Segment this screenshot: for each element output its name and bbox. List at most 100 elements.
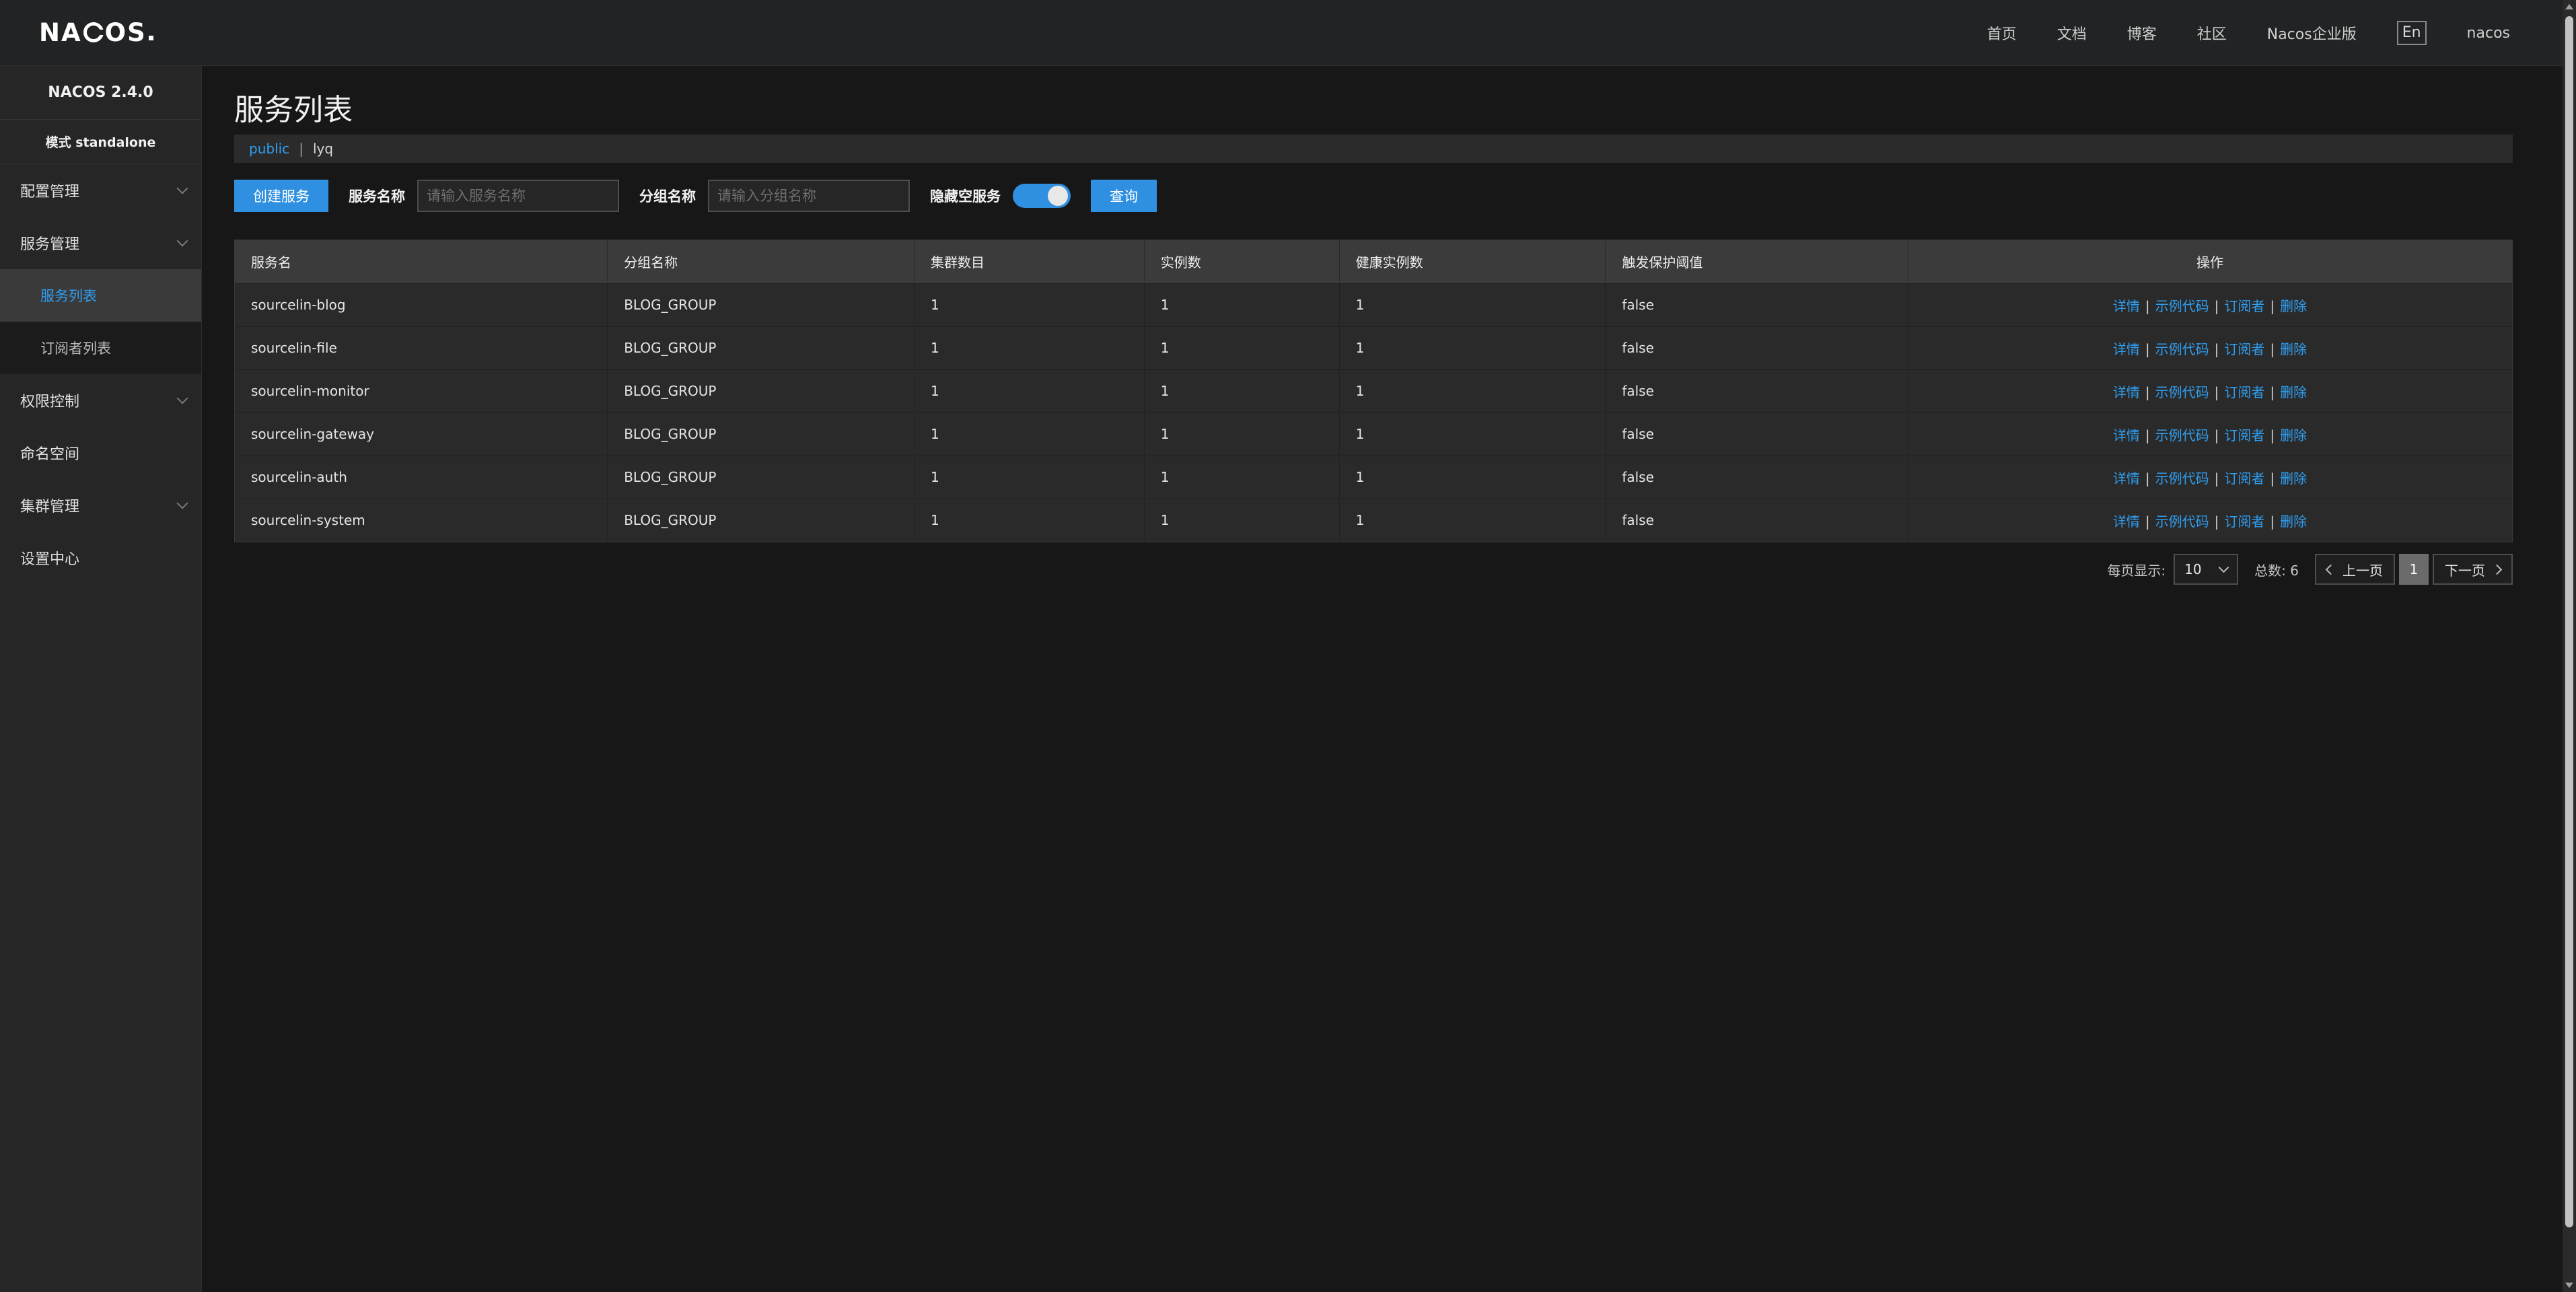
sidebar-item-service-management[interactable]: 服务管理 — [0, 217, 201, 269]
group-name-input[interactable] — [708, 180, 910, 212]
sample-code-link[interactable]: 示例代码 — [2155, 341, 2209, 357]
cell-actions: 详情 | 示例代码 | 订阅者 | 删除 — [1908, 412, 2512, 456]
detail-link[interactable]: 详情 — [2113, 384, 2140, 400]
prev-page-label: 上一页 — [2342, 562, 2383, 579]
service-name-input[interactable] — [417, 180, 619, 212]
scroll-thumb[interactable] — [2565, 16, 2573, 1227]
delete-link[interactable]: 删除 — [2280, 341, 2307, 357]
cell-actions: 详情 | 示例代码 | 订阅者 | 删除 — [1908, 369, 2512, 412]
sidebar-version: NACOS 2.4.0 — [0, 66, 201, 120]
nav-blog[interactable]: 博客 — [2127, 22, 2157, 44]
subscriber-link[interactable]: 订阅者 — [2224, 513, 2264, 530]
sample-code-link[interactable]: 示例代码 — [2155, 298, 2209, 314]
user-menu[interactable]: nacos — [2467, 25, 2510, 42]
action-separator: | — [2270, 297, 2275, 314]
nav-home[interactable]: 首页 — [1987, 22, 2017, 44]
table-row: sourcelin-file BLOG_GROUP 1 1 1 false 详情… — [235, 326, 2512, 369]
scroll-up-arrow-icon[interactable] — [2565, 4, 2573, 9]
cell-healthy-count: 1 — [1339, 283, 1606, 326]
action-separator: | — [2270, 513, 2275, 530]
detail-link[interactable]: 详情 — [2113, 427, 2140, 443]
sidebar-item-subscriber-list[interactable]: 订阅者列表 — [0, 322, 201, 374]
table-body: sourcelin-blog BLOG_GROUP 1 1 1 false 详情… — [235, 283, 2512, 542]
subscriber-link[interactable]: 订阅者 — [2224, 384, 2264, 400]
table-header-row: 服务名 分组名称 集群数目 实例数 健康实例数 触发保护阈值 操作 — [235, 240, 2512, 283]
cell-service-name: sourcelin-auth — [235, 455, 608, 499]
sample-code-link[interactable]: 示例代码 — [2155, 513, 2209, 530]
cell-group-name: BLOG_GROUP — [607, 326, 915, 369]
cell-service-name: sourcelin-file — [235, 326, 608, 369]
sidebar-item-label: 设置中心 — [20, 551, 80, 568]
scroll-down-arrow-icon[interactable] — [2565, 1283, 2573, 1288]
top-nav: 首页 文档 博客 社区 Nacos企业版 En nacos — [1947, 0, 2510, 66]
group-name-label: 分组名称 — [639, 188, 696, 205]
column-header-healthy-instance-count: 健康实例数 — [1339, 240, 1606, 283]
column-header-actions: 操作 — [1908, 240, 2512, 283]
cell-cluster-count: 1 — [914, 369, 1145, 412]
action-separator: | — [2145, 297, 2150, 314]
column-header-cluster-count: 集群数目 — [914, 240, 1145, 283]
main-content: 服务列表 public | lyq 创建服务 服务名称 分组名称 隐藏空服务 查… — [234, 66, 2513, 585]
chevron-down-icon — [176, 182, 188, 194]
subscriber-link[interactable]: 订阅者 — [2224, 470, 2264, 487]
sidebar-mode: 模式 standalone — [0, 120, 201, 164]
delete-link[interactable]: 删除 — [2280, 427, 2307, 443]
action-separator: | — [2270, 470, 2275, 487]
sample-code-link[interactable]: 示例代码 — [2155, 427, 2209, 443]
delete-link[interactable]: 删除 — [2280, 513, 2307, 530]
nacos-logo[interactable]: NA OS — [39, 17, 153, 47]
sidebar-item-config-management[interactable]: 配置管理 — [0, 164, 201, 217]
detail-link[interactable]: 详情 — [2113, 298, 2140, 314]
nav-enterprise[interactable]: Nacos企业版 — [2267, 22, 2357, 44]
action-separator: | — [2270, 427, 2275, 443]
cell-group-name: BLOG_GROUP — [607, 412, 915, 456]
sidebar-item-label: 配置管理 — [20, 184, 80, 201]
cell-instance-count: 1 — [1144, 455, 1340, 499]
language-toggle-button[interactable]: En — [2396, 21, 2427, 45]
namespace-public-link[interactable]: public — [249, 141, 289, 157]
cell-protect-threshold: false — [1605, 455, 1909, 499]
per-page-select[interactable]: 10 — [2174, 554, 2239, 585]
subscriber-link[interactable]: 订阅者 — [2224, 341, 2264, 357]
delete-link[interactable]: 删除 — [2280, 298, 2307, 314]
namespace-bar: public | lyq — [234, 135, 2513, 163]
cell-actions: 详情 | 示例代码 | 订阅者 | 删除 — [1908, 498, 2512, 542]
pagination: 每页显示: 10 总数: 6 上一页 1 下一页 — [234, 553, 2513, 585]
action-separator: | — [2214, 384, 2219, 400]
page-scrollbar[interactable] — [2563, 0, 2576, 1292]
sample-code-link[interactable]: 示例代码 — [2155, 470, 2209, 487]
top-header: NA OS 首页 文档 博客 社区 Nacos企业版 En nacos — [0, 0, 2563, 66]
hide-empty-toggle[interactable] — [1013, 184, 1071, 208]
action-separator: | — [2145, 513, 2150, 530]
page-number-current[interactable]: 1 — [2399, 554, 2429, 585]
sidebar-item-settings[interactable]: 设置中心 — [0, 532, 201, 584]
sidebar-item-access-control[interactable]: 权限控制 — [0, 374, 201, 427]
subscriber-link[interactable]: 订阅者 — [2224, 427, 2264, 443]
namespace-current-link[interactable]: lyq — [313, 141, 333, 157]
prev-page-button[interactable]: 上一页 — [2315, 554, 2395, 585]
nav-docs[interactable]: 文档 — [2057, 22, 2087, 44]
cell-healthy-count: 1 — [1339, 498, 1606, 542]
sidebar-item-service-list[interactable]: 服务列表 — [0, 269, 201, 322]
cell-actions: 详情 | 示例代码 | 订阅者 | 删除 — [1908, 455, 2512, 499]
query-button[interactable]: 查询 — [1091, 180, 1157, 212]
subscriber-link[interactable]: 订阅者 — [2224, 298, 2264, 314]
hide-empty-label: 隐藏空服务 — [930, 188, 1001, 205]
next-page-button[interactable]: 下一页 — [2433, 554, 2513, 585]
detail-link[interactable]: 详情 — [2113, 341, 2140, 357]
sidebar-item-cluster-management[interactable]: 集群管理 — [0, 479, 201, 532]
create-service-button[interactable]: 创建服务 — [234, 180, 328, 212]
sidebar-item-label: 命名空间 — [20, 446, 80, 463]
column-header-group-name: 分组名称 — [607, 240, 915, 283]
detail-link[interactable]: 详情 — [2113, 470, 2140, 487]
delete-link[interactable]: 删除 — [2280, 384, 2307, 400]
delete-link[interactable]: 删除 — [2280, 470, 2307, 487]
nav-community[interactable]: 社区 — [2197, 22, 2227, 44]
column-header-service-name: 服务名 — [235, 240, 608, 283]
service-table: 服务名 分组名称 集群数目 实例数 健康实例数 触发保护阈值 操作 source… — [234, 240, 2513, 542]
cell-instance-count: 1 — [1144, 369, 1340, 412]
sidebar-item-namespace[interactable]: 命名空间 — [0, 427, 201, 479]
logo-na: NA — [39, 17, 82, 47]
detail-link[interactable]: 详情 — [2113, 513, 2140, 530]
sample-code-link[interactable]: 示例代码 — [2155, 384, 2209, 400]
